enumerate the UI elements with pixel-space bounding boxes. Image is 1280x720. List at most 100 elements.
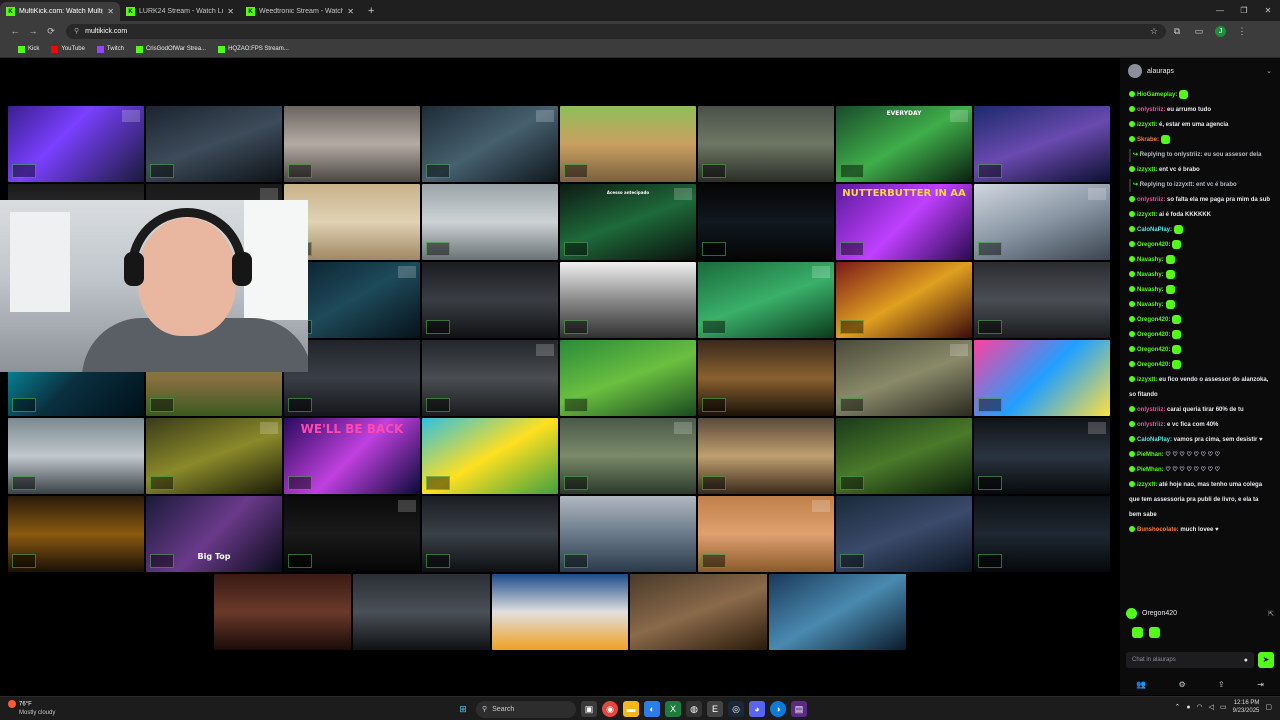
windows-start-icon[interactable]: ⊞ — [455, 701, 471, 717]
tab-lurk24[interactable]: K LURK24 Stream - Watch Live o ✕ — [120, 2, 240, 21]
stream-tile[interactable] — [422, 496, 558, 572]
edge-icon[interactable]: ◐ — [644, 701, 660, 717]
chat-username[interactable]: izzyxtt: — [1137, 167, 1157, 173]
stream-tile[interactable] — [974, 106, 1110, 182]
chat-username[interactable]: izzyxtt: — [1137, 212, 1157, 218]
battery-icon[interactable]: ▭ — [1220, 703, 1227, 711]
stream-tile[interactable] — [974, 496, 1110, 572]
stream-tile[interactable] — [560, 340, 696, 416]
chat-username[interactable]: Navashy: — [1137, 287, 1164, 293]
chevron-up-icon[interactable]: ⌃ — [1174, 703, 1180, 711]
epic-games-icon[interactable]: E — [707, 701, 723, 717]
stream-tile[interactable] — [560, 496, 696, 572]
extensions-icon[interactable]: ⧉ — [1166, 26, 1188, 37]
stream-tile[interactable] — [769, 574, 906, 650]
weather-widget[interactable]: 76°F Mostly cloudy — [8, 700, 55, 717]
chat-reply-context[interactable]: ↪ Replying to izzyxtt: ent vc é brabo — [1129, 179, 1271, 192]
chat-username[interactable]: Oregon420: — [1137, 317, 1170, 323]
pinned-username[interactable]: Oregon420 — [1142, 610, 1177, 617]
site-info-icon[interactable]: ⚲ — [74, 27, 79, 35]
close-icon[interactable]: ✕ — [107, 7, 114, 16]
app-icon[interactable]: ▤ — [791, 701, 807, 717]
volume-icon[interactable]: ◁ — [1209, 703, 1214, 711]
excel-icon[interactable]: X — [665, 701, 681, 717]
chat-username[interactable]: Oregon420: — [1137, 362, 1170, 368]
bookmark-crisgodofwar[interactable]: CrisGodOfWar Strea... — [135, 45, 206, 53]
stream-tile[interactable] — [698, 184, 834, 260]
stream-tile[interactable] — [491, 574, 629, 650]
stream-tile[interactable] — [836, 496, 972, 572]
stream-tile[interactable] — [560, 106, 696, 182]
stream-tile[interactable]: NUTTERBUTTER IN AA — [836, 184, 972, 260]
chat-username[interactable]: Skrabe: — [1137, 137, 1159, 143]
chat-input[interactable]: Chat in alauraps ● — [1126, 652, 1254, 668]
close-icon[interactable]: ✕ — [227, 7, 234, 16]
stream-tile[interactable] — [974, 262, 1110, 338]
chat-reply-context[interactable]: ↪ Replying to onlystriiz: eu sou assesor… — [1129, 149, 1271, 162]
task-view-icon[interactable]: ▣ — [581, 701, 597, 717]
popout-icon[interactable]: ⇪ — [1218, 680, 1225, 689]
microphone-icon[interactable]: ● — [1186, 704, 1190, 711]
chat-username[interactable]: onlystriiz: — [1137, 197, 1165, 203]
tab-multikick[interactable]: K MultiKick.com: Watch Multiple ✕ — [0, 2, 120, 21]
chat-username[interactable]: Navashy: — [1137, 302, 1164, 308]
file-explorer-icon[interactable]: ▬ — [623, 701, 639, 717]
stream-tile[interactable] — [146, 106, 282, 182]
stream-tile[interactable] — [974, 418, 1110, 494]
stream-tile[interactable] — [352, 574, 490, 650]
stream-tile[interactable]: EVERYDAY — [836, 106, 972, 182]
chat-username[interactable]: izzyxtt: — [1137, 122, 1157, 128]
steam-icon[interactable]: ◎ — [728, 701, 744, 717]
new-tab-button[interactable]: + — [360, 2, 382, 21]
users-icon[interactable]: 👥 — [1136, 680, 1146, 689]
clock[interactable]: 12:16 PM 9/23/2025 — [1233, 699, 1260, 715]
tab-weedtronic[interactable]: K Weedtronic Stream - Watch Liv ✕ — [240, 2, 360, 21]
stream-tile[interactable] — [422, 418, 558, 494]
profile-avatar[interactable]: J — [1215, 25, 1226, 37]
chat-username[interactable]: Oregon420: — [1137, 242, 1170, 248]
stream-tile[interactable]: Big Top — [146, 496, 282, 572]
chat-username[interactable]: PieMhan: — [1137, 467, 1164, 473]
bookmark-kick[interactable]: Kick — [18, 45, 39, 53]
chat-username[interactable]: onlystriiz: — [1137, 422, 1165, 428]
stream-tile[interactable] — [8, 106, 144, 182]
stream-tile[interactable] — [836, 340, 972, 416]
chat-username[interactable]: onlystriiz: — [1137, 407, 1165, 413]
stream-tile[interactable] — [630, 574, 768, 650]
bookmark-twitch[interactable]: Twitch — [96, 45, 124, 53]
chat-username[interactable]: CaloNaPlay: — [1137, 227, 1172, 233]
bookmark-star-icon[interactable]: ☆ — [1150, 26, 1158, 37]
stream-tile[interactable] — [836, 418, 972, 494]
stream-tile[interactable] — [698, 340, 834, 416]
address-bar[interactable]: ⚲ multikick.com ☆ — [66, 23, 1166, 39]
chat-username[interactable]: Bunshocolate: — [1137, 527, 1179, 533]
chat-username[interactable]: Navashy: — [1137, 257, 1164, 263]
stream-tile[interactable] — [8, 418, 144, 494]
maximize-button[interactable]: ❐ — [1232, 0, 1256, 21]
webcam-stream[interactable] — [0, 200, 308, 372]
chat-username[interactable]: HioGameplay: — [1137, 92, 1177, 98]
stream-tile[interactable]: WE'LL BE BACK — [284, 418, 420, 494]
stream-tile[interactable] — [284, 496, 420, 572]
stream-tile[interactable] — [698, 106, 834, 182]
send-button[interactable]: ➤ — [1258, 652, 1274, 668]
collapse-icon[interactable]: ⇥ — [1257, 680, 1264, 689]
discord-icon[interactable]: ◕ — [749, 701, 765, 717]
stream-tile[interactable] — [422, 340, 558, 416]
notification-icon[interactable]: ▢ — [1265, 703, 1272, 711]
minimize-button[interactable]: — — [1208, 0, 1232, 21]
back-button[interactable]: ← — [6, 26, 24, 36]
stream-tile[interactable] — [422, 262, 558, 338]
taskbar-search[interactable]: ⚲ Search — [476, 700, 576, 718]
stream-tile[interactable] — [146, 418, 282, 494]
stream-tile[interactable]: Acesso antecipado — [560, 184, 696, 260]
sidebar-icon[interactable]: ▭ — [1188, 26, 1210, 37]
chrome-icon[interactable]: ◉ — [602, 701, 618, 717]
chat-username[interactable]: Oregon420: — [1137, 332, 1170, 338]
stream-tile[interactable] — [698, 418, 834, 494]
emoji-icon[interactable]: ● — [1244, 657, 1248, 664]
gear-icon[interactable]: ⚙ — [1179, 680, 1186, 689]
reload-button[interactable]: ⟳ — [42, 26, 60, 37]
chat-header[interactable]: alauraps ⌄ — [1120, 58, 1280, 84]
stream-tile[interactable] — [284, 106, 420, 182]
